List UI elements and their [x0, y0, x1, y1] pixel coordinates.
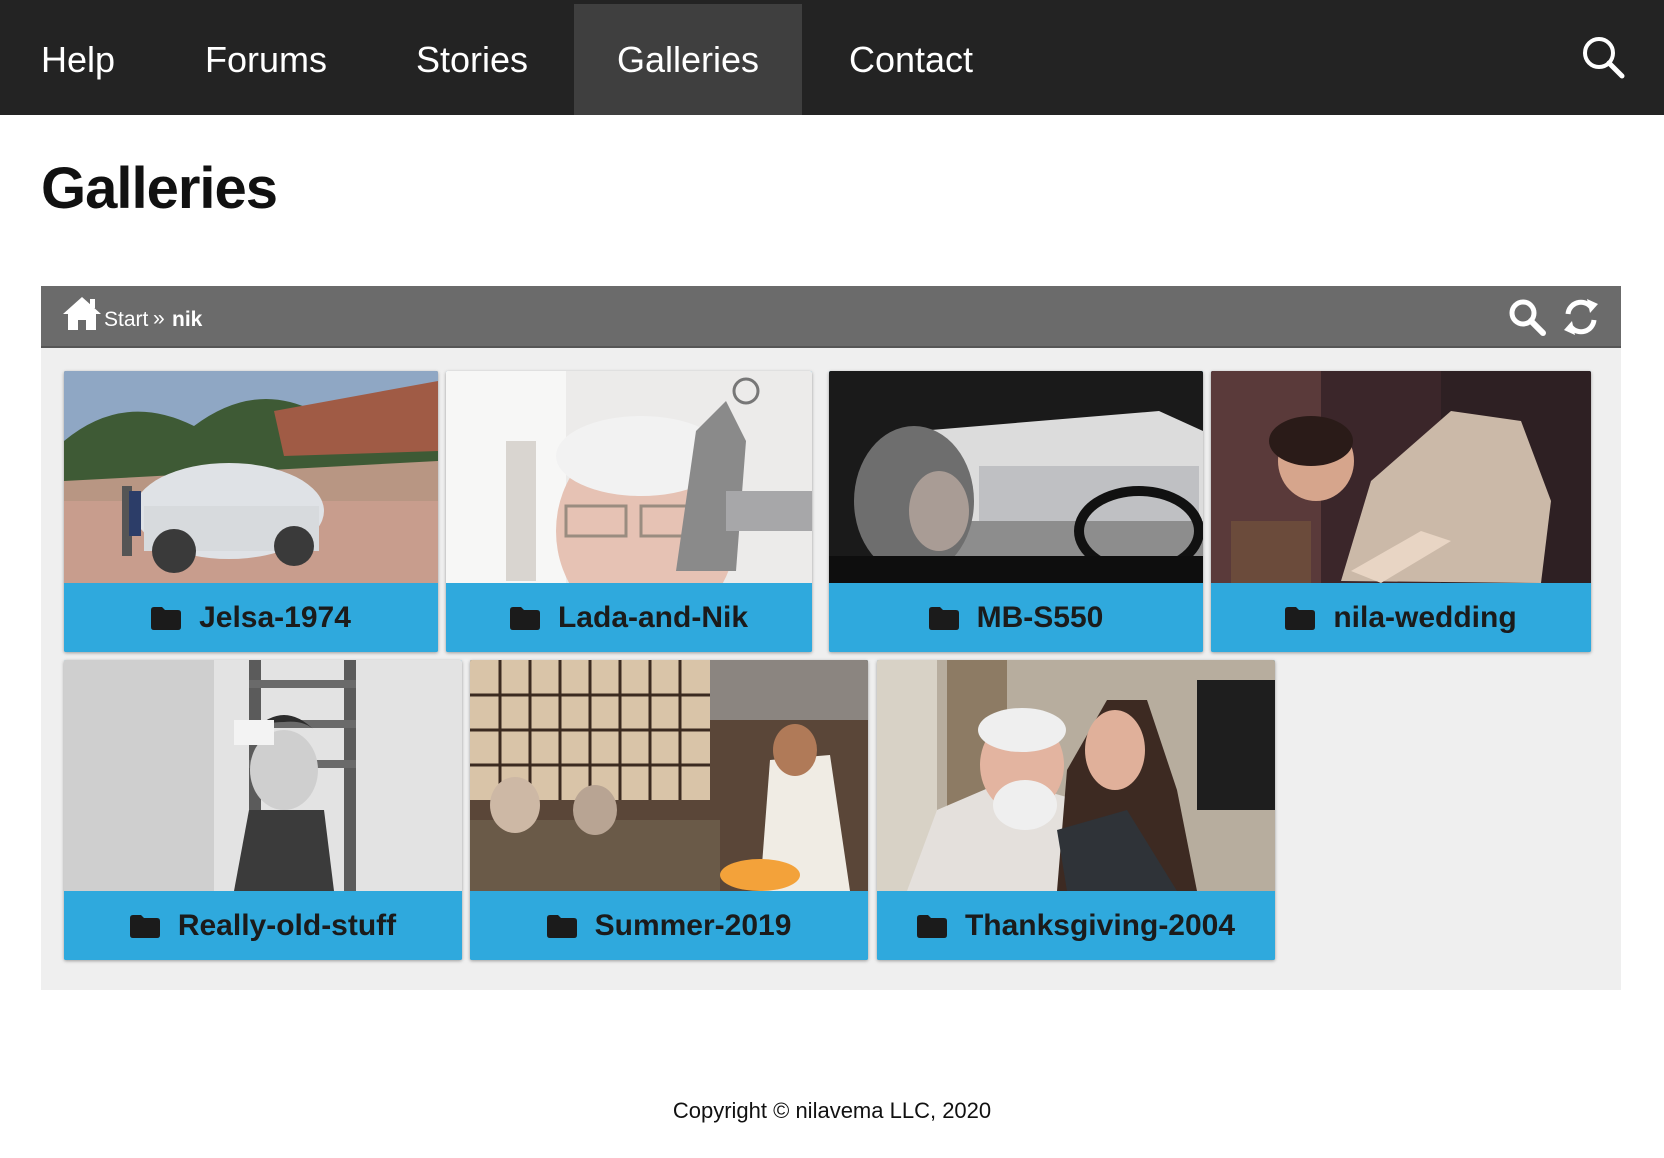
- folder-name: nila-wedding: [1333, 600, 1517, 634]
- folder-thumbnail: [829, 371, 1203, 583]
- home-icon[interactable]: [61, 295, 103, 333]
- nav-galleries[interactable]: Galleries: [574, 4, 802, 115]
- folder-thumbnail: [877, 660, 1275, 891]
- folder-icon: [546, 914, 577, 938]
- folder-name: Summer-2019: [594, 908, 792, 942]
- folder-thumbnail: [64, 660, 462, 891]
- gallery-panel: Start » nik Jelsa-1974 Lada-and-Nik MB-S…: [41, 286, 1621, 990]
- folder-caption: Summer-2019: [470, 891, 868, 960]
- folder-tile[interactable]: Thanksgiving-2004: [877, 660, 1275, 960]
- folder-icon: [129, 914, 160, 938]
- nav-help[interactable]: Help: [0, 4, 156, 115]
- footer-copyright: Copyright © nilavema LLC, 2020: [672, 1098, 992, 1123]
- search-icon[interactable]: [1507, 297, 1547, 337]
- folder-tile[interactable]: Really-old-stuff: [64, 660, 462, 960]
- folder-caption: Lada-and-Nik: [446, 583, 812, 652]
- breadcrumb-start[interactable]: Start: [104, 308, 148, 332]
- breadcrumb-separator: »: [153, 307, 165, 330]
- page-title: Galleries: [41, 156, 278, 221]
- folder-caption: MB-S550: [829, 583, 1203, 652]
- folder-tile[interactable]: Lada-and-Nik: [446, 371, 812, 652]
- folder-thumbnail: [1211, 371, 1591, 583]
- folder-tile[interactable]: Jelsa-1974: [64, 371, 438, 652]
- refresh-icon[interactable]: [1560, 296, 1602, 338]
- folder-caption: Really-old-stuff: [64, 891, 462, 960]
- folder-name: Thanksgiving-2004: [964, 908, 1236, 942]
- folder-thumbnail: [446, 371, 812, 583]
- folder-caption: nila-wedding: [1211, 583, 1591, 652]
- folder-tile[interactable]: MB-S550: [829, 371, 1203, 652]
- folder-icon: [928, 606, 959, 630]
- top-navigation: Help Forums Stories Galleries Contact: [0, 0, 1664, 115]
- folder-icon: [509, 606, 540, 630]
- folder-name: Really-old-stuff: [177, 908, 397, 942]
- folder-name: MB-S550: [976, 600, 1104, 634]
- folder-thumbnail: [64, 371, 438, 583]
- folder-name: Jelsa-1974: [199, 600, 351, 634]
- folder-thumbnail: [470, 660, 868, 891]
- folder-caption: Thanksgiving-2004: [877, 891, 1275, 960]
- folder-icon: [151, 606, 182, 630]
- nav-stories[interactable]: Stories: [376, 4, 568, 115]
- search-icon[interactable]: [1580, 34, 1626, 80]
- folder-name: Lada-and-Nik: [557, 600, 749, 634]
- folder-icon: [1285, 606, 1316, 630]
- folder-icon: [916, 914, 947, 938]
- folder-tile[interactable]: nila-wedding: [1211, 371, 1591, 652]
- folder-tile[interactable]: Summer-2019: [470, 660, 868, 960]
- nav-forums[interactable]: Forums: [164, 4, 368, 115]
- breadcrumb-current: nik: [172, 308, 203, 331]
- nav-contact[interactable]: Contact: [804, 4, 1018, 115]
- folder-caption: Jelsa-1974: [64, 583, 438, 652]
- gallery-toolbar: Start » nik: [41, 286, 1621, 348]
